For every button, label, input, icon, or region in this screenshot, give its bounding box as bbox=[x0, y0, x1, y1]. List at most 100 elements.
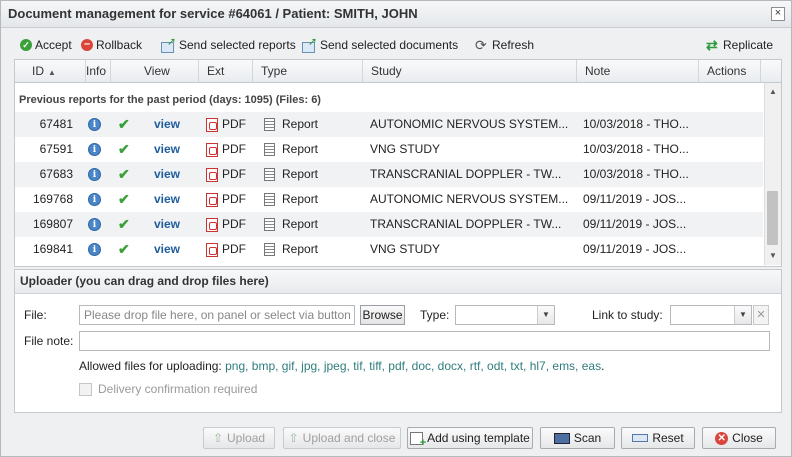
note-cell: 09/11/2019 - JOS... bbox=[583, 217, 687, 231]
file-note-input[interactable] bbox=[79, 331, 770, 351]
upload-button[interactable]: ⇧ Upload bbox=[203, 427, 275, 449]
type-label: Report bbox=[282, 167, 319, 181]
info-icon[interactable]: i bbox=[88, 118, 101, 132]
close-button[interactable]: ✕ Close bbox=[702, 427, 776, 449]
add-using-template-button[interactable]: Add using template bbox=[407, 427, 533, 449]
pdf-icon bbox=[206, 117, 218, 132]
column-header-actions[interactable]: Actions bbox=[699, 60, 761, 82]
table-row[interactable]: 67683 i ✔ view PDF Report TRANSCRANIAL DOPPLER… bbox=[15, 162, 763, 187]
info-icon[interactable]: i bbox=[88, 193, 101, 207]
study-cell: AUTONOMIC NERVOUS SYSTEM... bbox=[370, 192, 569, 206]
info-icon[interactable]: i bbox=[88, 168, 101, 182]
group-header[interactable]: Previous reports for the past period (da… bbox=[15, 90, 767, 110]
type-label: Type: bbox=[420, 308, 450, 322]
accepted-check-icon: ✔ bbox=[118, 191, 130, 207]
upload-and-close-button[interactable]: ⇧ Upload and close bbox=[283, 427, 401, 449]
delivery-checkbox[interactable] bbox=[79, 382, 92, 396]
grid-header: ID ▲ Info View Ext Type Study Note Action… bbox=[15, 60, 781, 83]
chevron-down-icon[interactable]: ▼ bbox=[537, 306, 554, 324]
chevron-down-icon[interactable]: ▼ bbox=[734, 306, 751, 324]
send-documents-label: Send selected documents bbox=[320, 38, 459, 52]
allowed-files-text: Allowed files for uploading: png, bmp, g… bbox=[79, 359, 604, 373]
info-cell[interactable]: i bbox=[88, 137, 104, 162]
ext-cell: PDF bbox=[206, 237, 261, 262]
table-row[interactable]: 67591 i ✔ view PDF Report VNG STUDY 10/03/2018 … bbox=[15, 137, 763, 162]
refresh-button[interactable]: ⟳ Refresh bbox=[475, 36, 534, 54]
pdf-icon bbox=[206, 217, 218, 232]
view-link[interactable]: view bbox=[154, 187, 194, 212]
column-header-actions-label: Actions bbox=[707, 64, 747, 78]
rollback-button[interactable]: – Rollback bbox=[81, 36, 142, 54]
info-icon[interactable]: i bbox=[88, 143, 101, 157]
accept-button[interactable]: ✓ Accept bbox=[20, 36, 72, 54]
ext-label: PDF bbox=[222, 142, 246, 156]
accepted-check-icon: ✔ bbox=[118, 216, 130, 232]
type-cell: Report bbox=[264, 112, 354, 137]
view-link[interactable]: view bbox=[154, 162, 194, 187]
pdf-icon bbox=[206, 142, 218, 157]
send-reports-button[interactable]: Send selected reports bbox=[161, 35, 296, 54]
info-cell[interactable]: i bbox=[88, 187, 104, 212]
info-cell[interactable]: i bbox=[88, 237, 104, 262]
column-header-view[interactable]: View bbox=[111, 60, 199, 82]
allowed-prefix: Allowed files for uploading: bbox=[79, 359, 222, 373]
file-note-label: File note: bbox=[24, 334, 74, 348]
replicate-button[interactable]: ⇄ Replicate bbox=[706, 36, 773, 54]
view-link[interactable]: view bbox=[154, 112, 194, 137]
file-label: File: bbox=[24, 308, 47, 322]
close-window-icon[interactable]: × bbox=[771, 7, 785, 21]
column-header-note-label: Note bbox=[585, 64, 611, 78]
column-header-type-label: Type bbox=[261, 64, 288, 78]
upload-icon: ⇧ bbox=[212, 431, 224, 445]
allowed-suffix: . bbox=[601, 359, 605, 373]
browse-button[interactable]: Browse bbox=[360, 305, 405, 325]
link-to-study-select[interactable]: ▼ ✕ bbox=[670, 305, 769, 325]
ext-cell: PDF bbox=[206, 112, 261, 137]
column-header-ext[interactable]: Ext bbox=[199, 60, 253, 82]
scanner-icon bbox=[553, 432, 570, 444]
scan-button[interactable]: Scan bbox=[540, 427, 615, 449]
note-cell: 10/03/2018 - THO... bbox=[583, 142, 689, 156]
info-cell[interactable]: i bbox=[88, 212, 104, 237]
close-label: Close bbox=[732, 431, 763, 445]
minus-circle-icon: – bbox=[81, 39, 93, 51]
info-cell[interactable]: i bbox=[88, 162, 104, 187]
row-id: 169841 bbox=[32, 242, 73, 256]
view-link[interactable]: view bbox=[154, 212, 194, 237]
type-select[interactable]: ▼ bbox=[455, 305, 555, 325]
delivery-confirmation[interactable]: Delivery confirmation required bbox=[79, 382, 257, 396]
type-label: Report bbox=[282, 117, 319, 131]
column-header-info[interactable]: Info bbox=[86, 60, 111, 82]
scroll-up-icon[interactable]: ▲ bbox=[769, 87, 777, 96]
upload-label: Upload bbox=[227, 431, 266, 445]
view-link[interactable]: view bbox=[154, 237, 194, 262]
info-icon[interactable]: i bbox=[88, 218, 101, 232]
scrollbar-thumb[interactable] bbox=[767, 191, 778, 245]
file-input[interactable] bbox=[79, 305, 355, 325]
ext-label: PDF bbox=[222, 192, 246, 206]
reset-button[interactable]: Reset bbox=[621, 427, 695, 449]
info-icon[interactable]: i bbox=[88, 243, 101, 257]
column-header-id[interactable]: ID ▲ bbox=[15, 60, 86, 82]
note-cell: 10/03/2018 - THO... bbox=[583, 167, 689, 181]
upload-icon: ⇧ bbox=[288, 431, 299, 445]
column-header-study[interactable]: Study bbox=[363, 60, 577, 82]
scroll-down-icon[interactable]: ▼ bbox=[769, 251, 777, 260]
column-header-note[interactable]: Note bbox=[577, 60, 699, 82]
table-row[interactable]: 169768 i ✔ view PDF Report AUTONOMIC NERVOUS S… bbox=[15, 187, 763, 212]
clear-icon[interactable]: ✕ bbox=[753, 305, 769, 325]
report-icon bbox=[264, 193, 275, 207]
row-id: 169768 bbox=[32, 192, 73, 206]
table-row[interactable]: 169841 i ✔ view PDF Report VNG STUDY 09/11/2019… bbox=[15, 237, 763, 262]
column-header-type[interactable]: Type bbox=[253, 60, 363, 82]
send-documents-button[interactable]: Send selected documents bbox=[302, 35, 459, 54]
title-bar[interactable]: Document management for service #64061 /… bbox=[1, 1, 791, 28]
table-row[interactable]: 169807 i ✔ view PDF Report TRANSCRANIAL DOPPLE… bbox=[15, 212, 763, 237]
ext-label: PDF bbox=[222, 242, 246, 256]
info-cell[interactable]: i bbox=[88, 112, 104, 137]
view-link[interactable]: view bbox=[154, 137, 194, 162]
table-row[interactable]: 67481 i ✔ view PDF Report AUTONOMIC NERVOUS SY… bbox=[15, 112, 763, 137]
reset-icon bbox=[632, 434, 649, 442]
vertical-scrollbar[interactable]: ▲ ▼ bbox=[764, 83, 781, 265]
uploader-panel[interactable]: Uploader (you can drag and drop files he… bbox=[14, 269, 782, 413]
